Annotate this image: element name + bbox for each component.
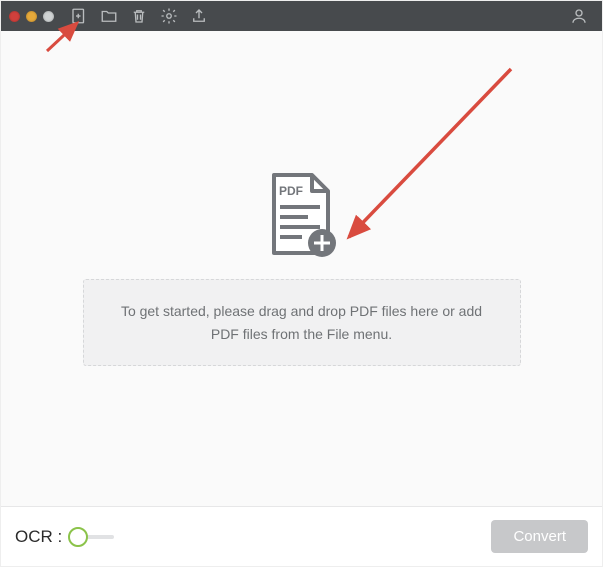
account-icon — [570, 7, 588, 25]
export-up-icon — [190, 7, 208, 25]
pdf-icon-label: PDF — [279, 184, 303, 198]
drop-hint-box: To get started, please drag and drop PDF… — [83, 279, 521, 366]
minimize-window-button[interactable] — [26, 11, 37, 22]
convert-button[interactable]: Convert — [491, 520, 588, 553]
drop-zone[interactable]: PDF To get started, please drag and drop… — [1, 31, 602, 506]
bottom-bar: OCR : Convert — [1, 506, 602, 566]
titlebar — [1, 1, 602, 31]
ocr-toggle[interactable] — [68, 526, 118, 548]
drop-hint-text: To get started, please drag and drop PDF… — [121, 303, 482, 341]
add-file-button[interactable] — [64, 1, 94, 31]
add-file-icon — [70, 7, 88, 25]
pdf-add-icon: PDF — [262, 171, 342, 261]
delete-button[interactable] — [124, 1, 154, 31]
trash-icon — [130, 7, 148, 25]
settings-button[interactable] — [154, 1, 184, 31]
zoom-window-button[interactable] — [43, 11, 54, 22]
window-controls — [9, 11, 54, 22]
app-window: PDF To get started, please drag and drop… — [0, 0, 603, 567]
close-window-button[interactable] — [9, 11, 20, 22]
export-button[interactable] — [184, 1, 214, 31]
folder-icon — [100, 7, 118, 25]
ocr-label: OCR : — [15, 527, 62, 547]
account-button[interactable] — [564, 1, 594, 31]
gear-icon — [160, 7, 178, 25]
toggle-knob — [68, 527, 88, 547]
open-folder-button[interactable] — [94, 1, 124, 31]
